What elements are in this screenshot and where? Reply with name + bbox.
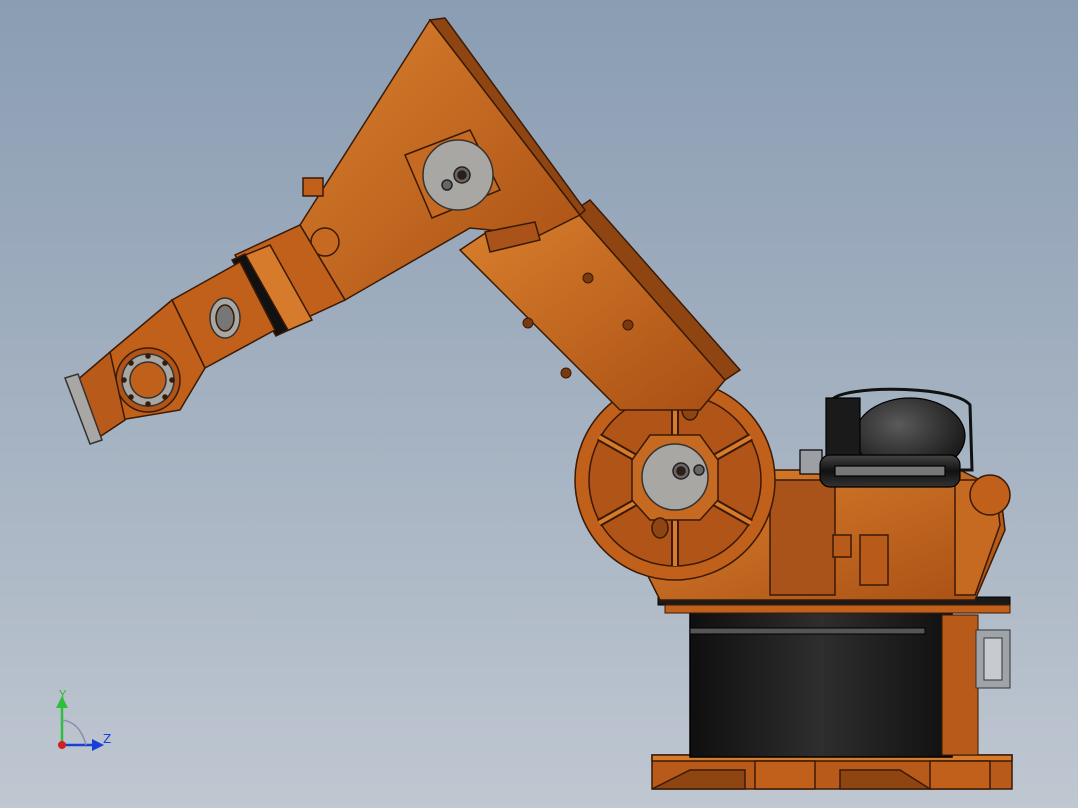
graphics-viewport[interactable]: Y Z xyxy=(0,0,1078,808)
counterbalance-cylinder[interactable] xyxy=(799,387,974,488)
robot-model[interactable] xyxy=(0,0,1078,808)
base-pedestal[interactable] xyxy=(689,611,1011,758)
axis-triad xyxy=(56,696,104,751)
axis-arc xyxy=(61,719,87,746)
axis-z-label: Z xyxy=(103,732,112,746)
axis-y-label: Y xyxy=(59,688,67,702)
axis-x-dot-icon xyxy=(58,741,66,749)
base-plate[interactable] xyxy=(651,754,1013,790)
